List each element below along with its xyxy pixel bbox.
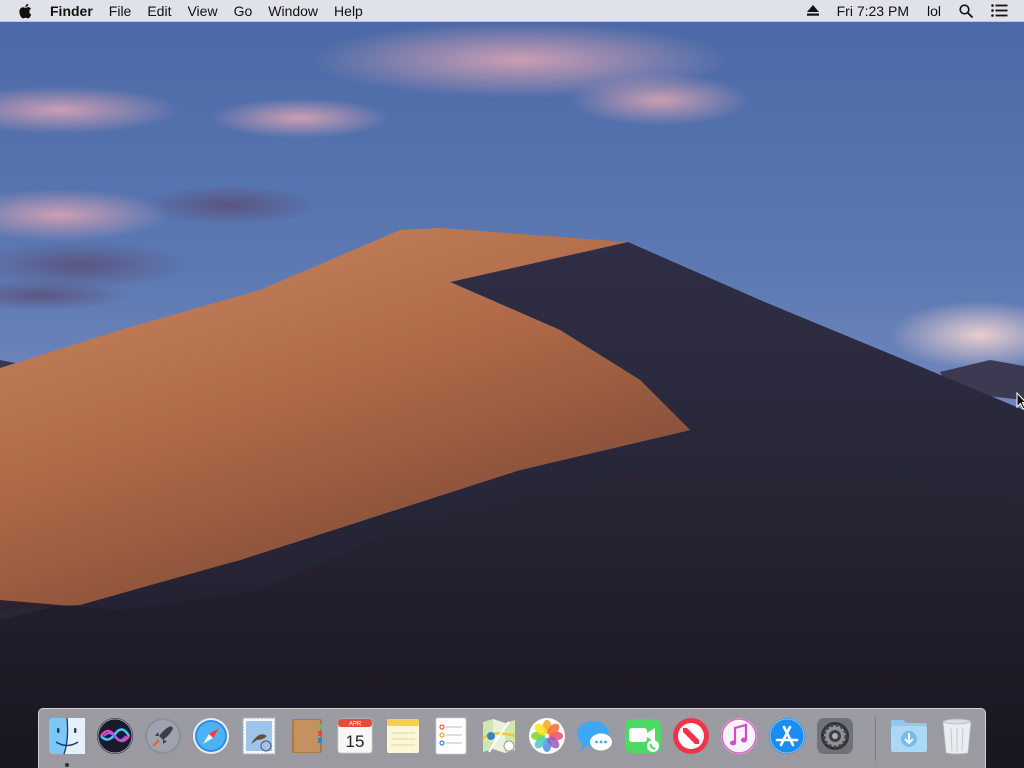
- dock: APR 15: [38, 708, 986, 768]
- dock-calendar[interactable]: APR 15: [335, 716, 375, 756]
- maps-icon: [482, 719, 516, 753]
- notes-icon: [387, 719, 419, 753]
- safari-compass-icon: [193, 718, 229, 754]
- dock-system-preferences[interactable]: [815, 716, 855, 756]
- itunes-music-note-icon: [721, 718, 757, 754]
- finder-running-indicator: [65, 763, 69, 767]
- menu-view[interactable]: View: [179, 0, 225, 22]
- mojave-dune-wallpaper: [0, 0, 1024, 768]
- dock-mail[interactable]: [239, 716, 279, 756]
- menu-go[interactable]: Go: [226, 0, 261, 22]
- dock-app-store[interactable]: [767, 716, 807, 756]
- news-icon: [673, 718, 709, 754]
- dock-itunes[interactable]: [719, 716, 759, 756]
- eject-icon[interactable]: [798, 0, 828, 22]
- search-icon[interactable]: [950, 0, 982, 22]
- menu-clock[interactable]: Fri 7:23 PM: [828, 0, 918, 22]
- finder-icon: [49, 717, 85, 755]
- dock-reminders[interactable]: [431, 716, 471, 756]
- dock-messages[interactable]: [575, 716, 615, 756]
- desktop-wallpaper: [0, 0, 1024, 768]
- siri-icon: [97, 718, 133, 754]
- dock-trash[interactable]: [937, 716, 977, 756]
- app-store-icon: [769, 718, 805, 754]
- reminders-icon: [435, 717, 467, 755]
- messages-bubble-icon: [577, 721, 612, 751]
- notification-center-icon[interactable]: [982, 0, 1024, 22]
- menu-bar-right: Fri 7:23 PM lol: [798, 0, 1024, 22]
- calendar-month-label: APR: [349, 722, 362, 728]
- menu-file[interactable]: File: [101, 0, 140, 22]
- downloads-folder-icon: [891, 720, 927, 752]
- mouse-pointer-icon: [1016, 391, 1024, 415]
- trash-icon: [942, 718, 972, 755]
- dock-safari[interactable]: [191, 716, 231, 756]
- menu-bar-left: Finder File Edit View Go Window Help: [0, 0, 371, 22]
- photos-flower-icon: [529, 718, 565, 754]
- menu-window[interactable]: Window: [260, 0, 326, 22]
- dock-launchpad[interactable]: [143, 716, 183, 756]
- menu-bar: Finder File Edit View Go Window Help Fri…: [0, 0, 1024, 22]
- menu-edit[interactable]: Edit: [139, 0, 179, 22]
- calendar-day-label: 15: [346, 732, 365, 751]
- dock-photos[interactable]: [527, 716, 567, 756]
- launchpad-rocket-icon: [145, 718, 181, 754]
- dock-facetime[interactable]: [623, 716, 663, 756]
- menu-help[interactable]: Help: [326, 0, 371, 22]
- dock-downloads[interactable]: [889, 716, 929, 756]
- dock-siri[interactable]: [95, 716, 135, 756]
- dock-separator: [875, 717, 876, 761]
- mail-stamp-icon: [242, 717, 276, 755]
- dock-notes[interactable]: [383, 716, 423, 756]
- menu-app-name[interactable]: Finder: [42, 0, 101, 22]
- facetime-camera-icon: [625, 719, 661, 753]
- contacts-book-icon: [292, 719, 322, 753]
- dock-maps[interactable]: [479, 716, 519, 756]
- apple-logo-icon[interactable]: [0, 0, 42, 22]
- dock-contacts[interactable]: [287, 716, 327, 756]
- dock-finder[interactable]: [47, 716, 87, 756]
- menu-user-name[interactable]: lol: [918, 0, 950, 22]
- gear-icon: [817, 718, 853, 754]
- dock-news[interactable]: [671, 716, 711, 756]
- calendar-icon: APR 15: [337, 718, 373, 754]
